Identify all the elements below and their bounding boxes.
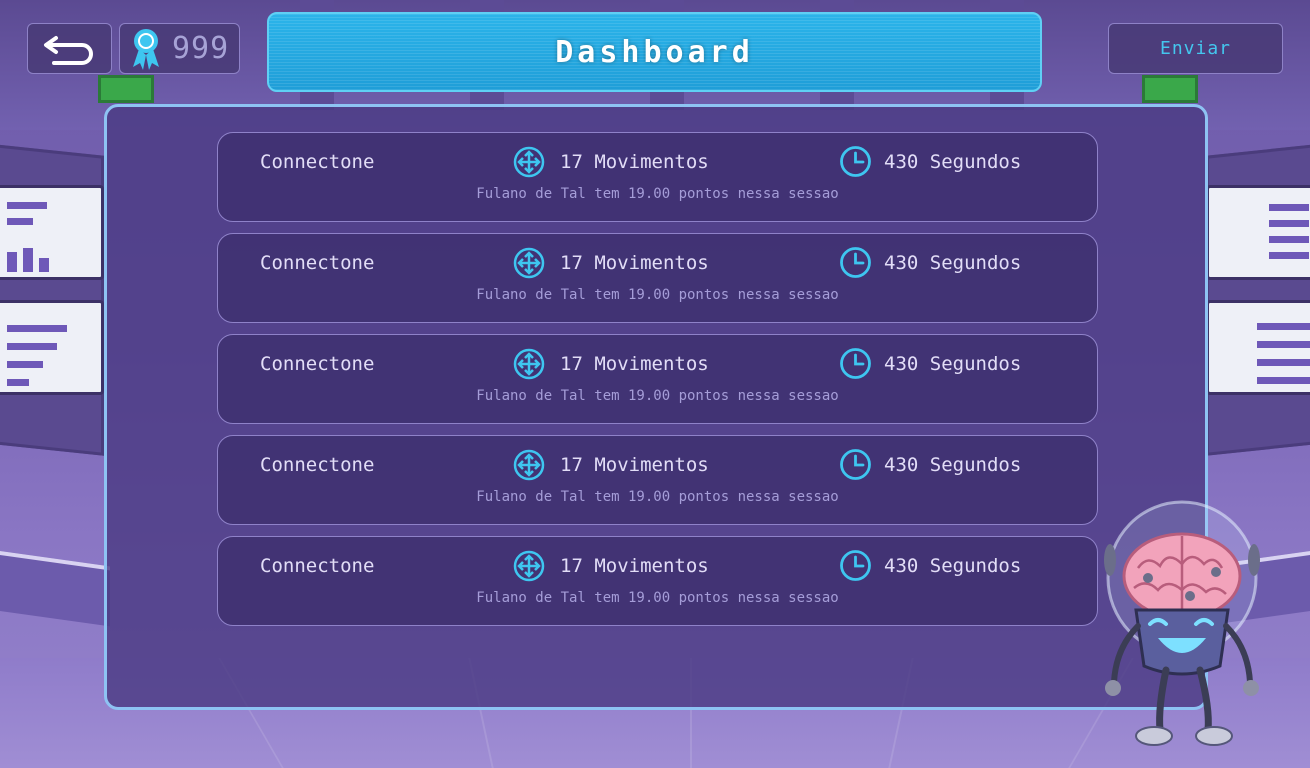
clock-icon <box>840 550 871 581</box>
game-name: Connectone <box>260 353 375 375</box>
session-summary: Fulano de Tal tem 19.00 pontos nessa ses… <box>476 186 839 202</box>
clock-icon <box>840 348 871 379</box>
points-badge: 999 <box>119 23 240 74</box>
left-wall <box>0 144 104 456</box>
session-card: Connectone 17 Movimentos 430 Segundos Fu… <box>217 233 1098 323</box>
move-arrows-icon <box>513 146 545 178</box>
moves-count: 17 Movimentos <box>560 353 709 375</box>
game-name: Connectone <box>260 555 375 577</box>
green-post <box>1142 75 1198 103</box>
move-arrows-icon <box>513 449 545 481</box>
wall-screen <box>1206 185 1310 280</box>
sessions-list: Connectone 17 Movimentos 430 Segundos Fu… <box>217 132 1098 637</box>
time-seconds: 430 Segundos <box>884 151 1022 173</box>
game-name: Connectone <box>260 151 375 173</box>
moves-count: 17 Movimentos <box>560 151 709 173</box>
wall-screen <box>0 300 104 395</box>
clock-icon <box>840 449 871 480</box>
wall-screen <box>1206 300 1310 395</box>
title-banner: Dashboard <box>267 12 1042 92</box>
right-wall <box>1206 144 1310 456</box>
brain-robot-mascot <box>1104 500 1260 746</box>
session-card: Connectone 17 Movimentos 430 Segundos Fu… <box>217 132 1098 222</box>
points-count: 999 <box>172 31 230 66</box>
move-arrows-icon <box>513 550 545 582</box>
session-summary: Fulano de Tal tem 19.00 pontos nessa ses… <box>476 590 839 606</box>
game-name: Connectone <box>260 252 375 274</box>
back-arrow-icon <box>43 35 93 65</box>
game-name: Connectone <box>260 454 375 476</box>
award-ribbon-icon <box>133 28 159 70</box>
session-summary: Fulano de Tal tem 19.00 pontos nessa ses… <box>476 287 839 303</box>
moves-count: 17 Movimentos <box>560 252 709 274</box>
moves-count: 17 Movimentos <box>560 454 709 476</box>
session-summary: Fulano de Tal tem 19.00 pontos nessa ses… <box>476 489 839 505</box>
move-arrows-icon <box>513 348 545 380</box>
moves-count: 17 Movimentos <box>560 555 709 577</box>
console <box>0 549 110 627</box>
time-seconds: 430 Segundos <box>884 353 1022 375</box>
back-button[interactable] <box>27 23 112 74</box>
session-card: Connectone 17 Movimentos 430 Segundos Fu… <box>217 334 1098 424</box>
move-arrows-icon <box>513 247 545 279</box>
send-button-label: Enviar <box>1159 38 1232 59</box>
session-card: Connectone 17 Movimentos 430 Segundos Fu… <box>217 536 1098 626</box>
page-title: Dashboard <box>555 34 754 70</box>
sessions-panel: Connectone 17 Movimentos 430 Segundos Fu… <box>104 104 1208 710</box>
session-card: Connectone 17 Movimentos 430 Segundos Fu… <box>217 435 1098 525</box>
wall-screen <box>0 185 104 280</box>
clock-icon <box>840 146 871 177</box>
time-seconds: 430 Segundos <box>884 555 1022 577</box>
session-summary: Fulano de Tal tem 19.00 pontos nessa ses… <box>476 388 839 404</box>
time-seconds: 430 Segundos <box>884 252 1022 274</box>
send-button[interactable]: Enviar <box>1108 23 1283 74</box>
time-seconds: 430 Segundos <box>884 454 1022 476</box>
green-post <box>98 75 154 103</box>
clock-icon <box>840 247 871 278</box>
